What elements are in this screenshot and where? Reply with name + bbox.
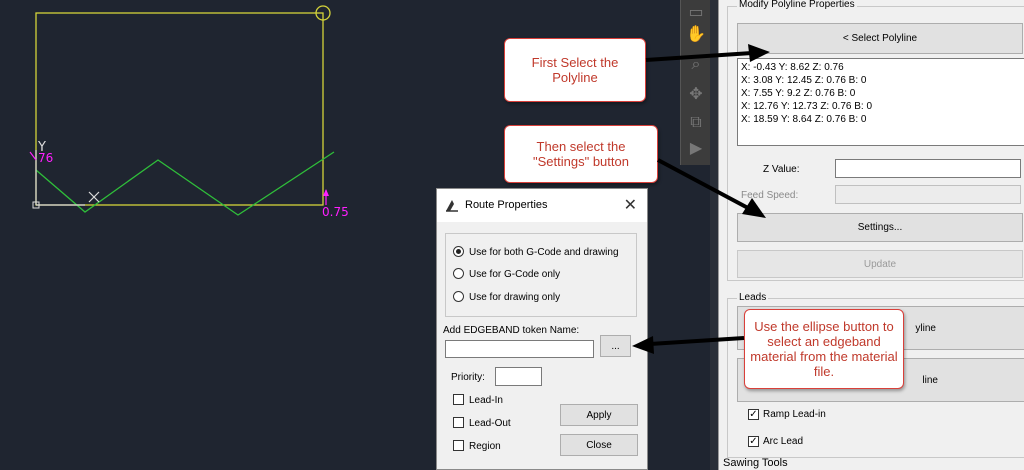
sawing-tools-header[interactable]: Sawing Tools [723, 457, 788, 469]
vertical-toolbar: ▭ ✋ ⌕ ✥ ⧉ ▶ [680, 0, 710, 165]
z-value-label: Z Value: [763, 164, 800, 175]
radio-gcode-only[interactable] [453, 268, 464, 279]
polyline-properties-panel: Modify Polyline Properties < Select Poly… [718, 0, 1024, 470]
list-item[interactable]: X: 3.08 Y: 12.45 Z: 0.76 B: 0 [741, 74, 1024, 87]
feed-speed-label: Feed Speed: [741, 190, 799, 201]
move-icon[interactable]: ⧉ [684, 110, 708, 134]
checkmark-icon: ✓ [749, 436, 758, 447]
section-title: Modify Polyline Properties [737, 0, 857, 10]
radio-gcode-label: Use for G-Code only [469, 269, 561, 280]
dialog-title: Route Properties [465, 199, 548, 211]
dimension-left-label: 76 [38, 151, 53, 165]
lead-button-2-text: line [922, 374, 938, 386]
priority-label: Priority: [451, 372, 485, 383]
close-button[interactable]: Close [560, 434, 638, 456]
lead-out-checkbox[interactable] [453, 417, 464, 428]
arc-lead-checkbox[interactable]: ✓ [748, 436, 759, 447]
radio-drawing-label: Use for drawing only [469, 292, 561, 303]
ramp-leadin-label: Ramp Lead-in [763, 409, 826, 420]
pan-icon[interactable]: ✥ [684, 82, 708, 106]
lead-in-label: Lead-In [469, 395, 503, 406]
priority-input[interactable] [495, 367, 542, 386]
list-item[interactable]: X: 12.76 Y: 12.73 Z: 0.76 B: 0 [741, 100, 1024, 113]
checkmark-icon: ✓ [749, 409, 758, 420]
zoom-icon[interactable]: ⌕ [684, 52, 708, 76]
arc-lead-label: Arc Lead [763, 436, 804, 447]
region-checkbox[interactable] [453, 440, 464, 451]
apply-button[interactable]: Apply [560, 404, 638, 426]
settings-button[interactable]: Settings... [737, 213, 1023, 242]
toolbar-splitter[interactable] [710, 0, 718, 470]
radio-both-label: Use for both G-Code and drawing [469, 247, 619, 258]
leads-title: Leads [737, 292, 769, 303]
points-list[interactable]: X: -0.43 Y: 8.62 Z: 0.76 X: 3.08 Y: 12.4… [737, 58, 1024, 146]
edgeband-input[interactable] [445, 340, 594, 358]
radio-drawing-only[interactable] [453, 291, 464, 302]
edgeband-label: Add EDGEBAND token Name: [443, 325, 580, 336]
z-value-input[interactable] [835, 159, 1021, 178]
yellow-rectangle [35, 12, 324, 206]
ellipse-button[interactable]: ... [600, 335, 631, 357]
dialog-titlebar[interactable]: Route Properties ✕ [437, 189, 647, 222]
play-icon[interactable]: ▶ [684, 136, 708, 160]
list-item[interactable]: X: 18.59 Y: 8.64 Z: 0.76 B: 0 [741, 113, 1024, 126]
select-polyline-button[interactable]: < Select Polyline [737, 23, 1023, 54]
list-item[interactable]: X: -0.43 Y: 8.62 Z: 0.76 [741, 61, 1024, 74]
callout-ellipse: Use the ellipse button to select an edge… [744, 309, 904, 389]
toolbar-top-icon[interactable]: ▭ [684, 0, 708, 24]
lead-in-checkbox[interactable] [453, 394, 464, 405]
lead-button-1-text: yline [915, 322, 936, 334]
lead-out-label: Lead-Out [469, 418, 511, 429]
callout-settings: Then select the "Settings" button [504, 125, 658, 183]
region-label: Region [469, 441, 501, 452]
dim-right-arrowhead [323, 189, 329, 196]
ramp-leadin-checkbox[interactable]: ✓ [748, 409, 759, 420]
hand-icon[interactable]: ✋ [684, 22, 708, 46]
dimension-right-label: 0.75 [322, 205, 349, 219]
update-button: Update [737, 250, 1023, 278]
callout-first-select: First Select the Polyline [504, 38, 646, 102]
radio-both[interactable] [453, 246, 464, 257]
close-icon[interactable]: ✕ [624, 195, 637, 214]
dim-left-arrow [29, 151, 37, 161]
app-icon [446, 200, 458, 212]
list-item[interactable]: X: 7.55 Y: 9.2 Z: 0.76 B: 0 [741, 87, 1024, 100]
route-properties-dialog: Route Properties ✕ Use for both G-Code a… [436, 188, 648, 470]
feed-speed-input [835, 185, 1021, 204]
